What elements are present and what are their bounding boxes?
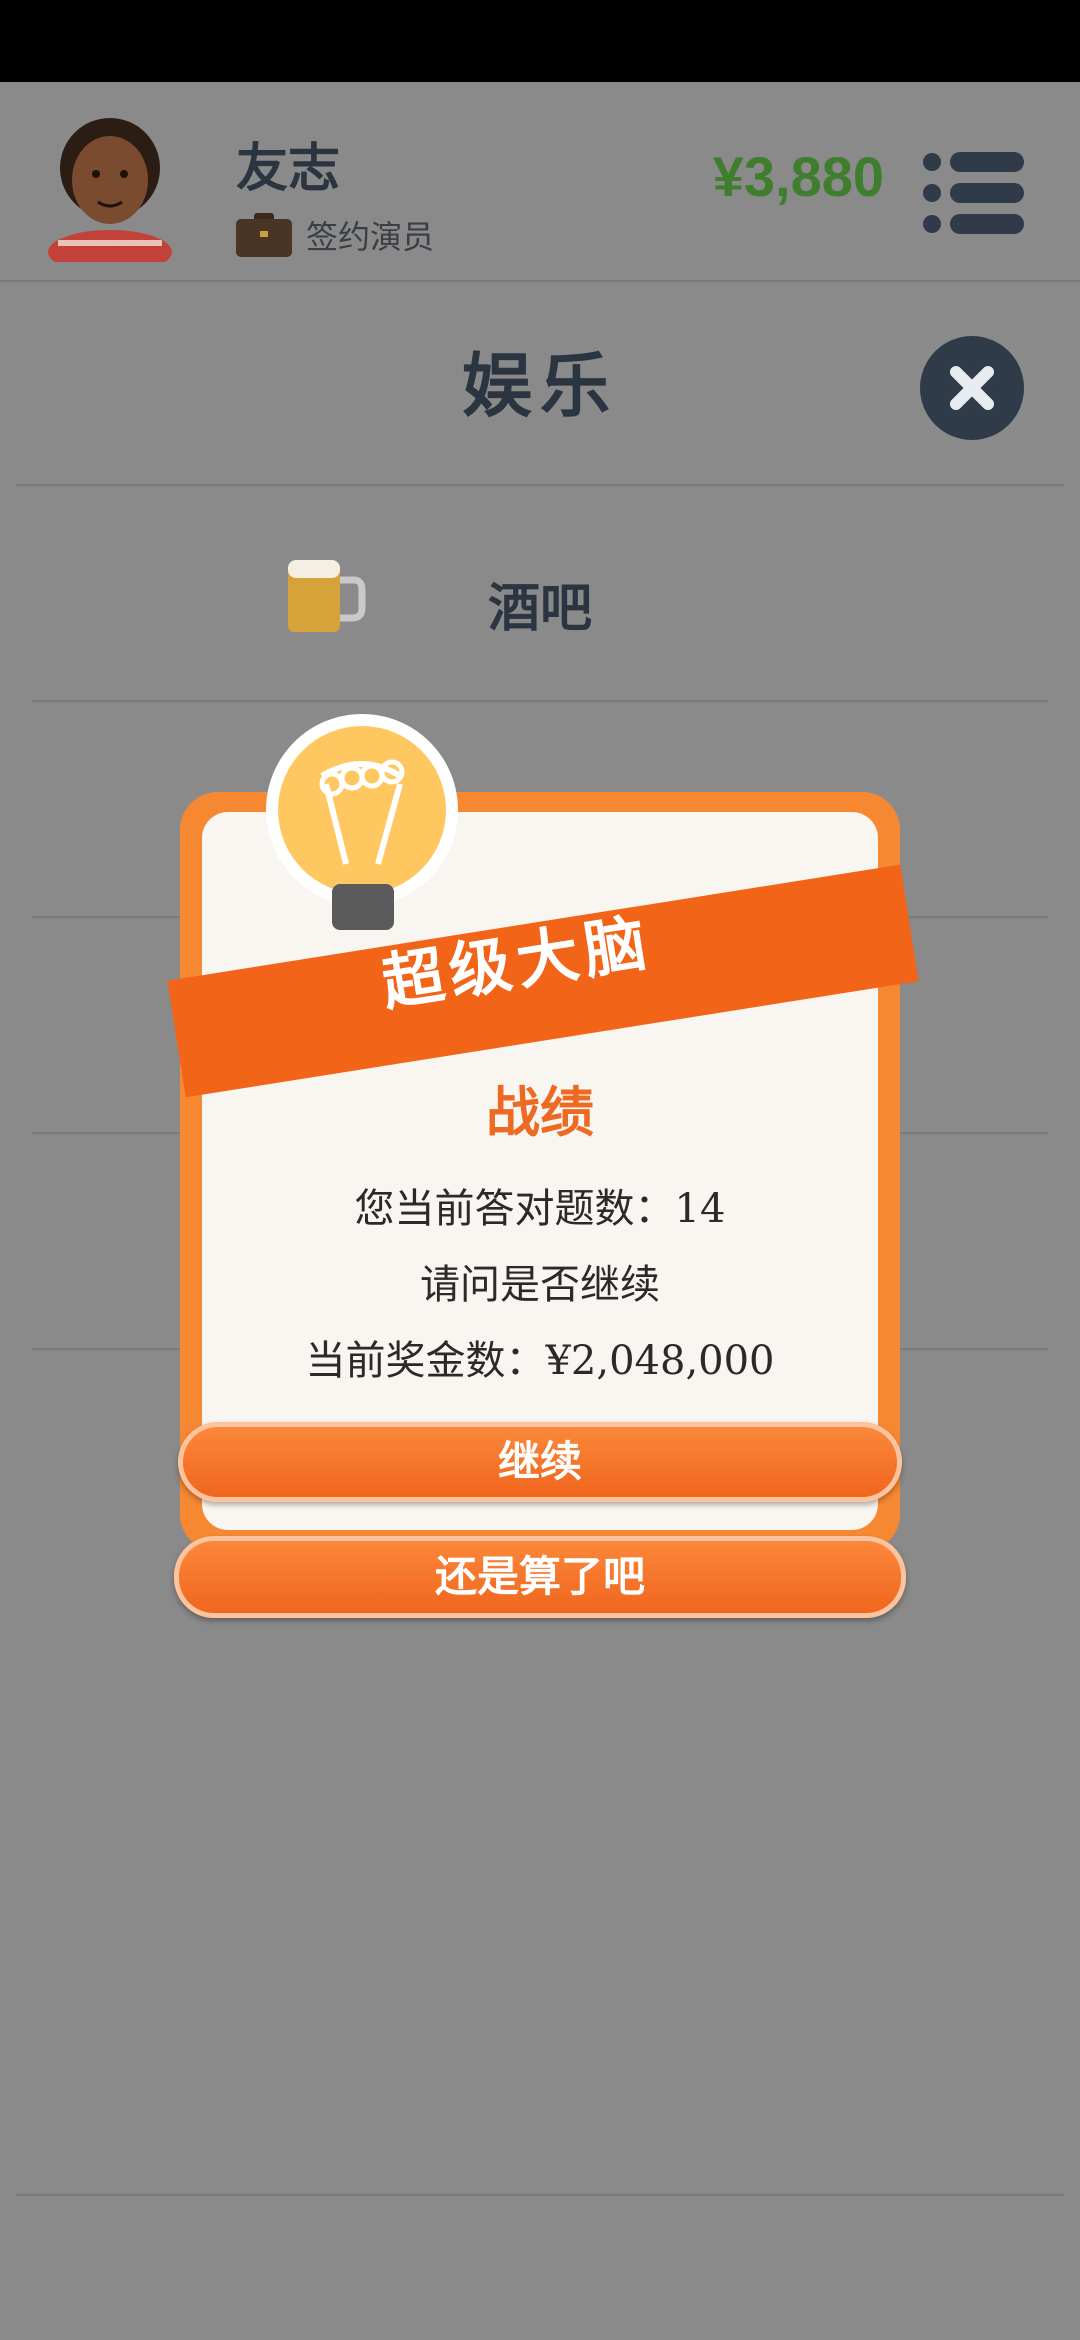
- close-button[interactable]: [920, 336, 1024, 440]
- header-divider: [0, 280, 1080, 282]
- list-item-label: 酒吧: [487, 578, 592, 639]
- answered-count-text: 您当前答对题数：14: [354, 1186, 726, 1232]
- list-divider: [32, 700, 1048, 702]
- list-divider: [16, 2194, 1064, 2196]
- close-icon: [950, 366, 994, 410]
- page-title: 娱乐: [462, 344, 618, 427]
- money-balance: ¥3,880: [712, 145, 884, 208]
- list-item-bar[interactable]: 酒吧: [0, 486, 1080, 702]
- status-bar: [0, 0, 1080, 82]
- player-name: 友志: [236, 138, 341, 199]
- player-avatar[interactable]: [40, 102, 180, 262]
- continue-button[interactable]: 继续: [178, 1422, 902, 1502]
- menu-icon[interactable]: [918, 138, 1028, 248]
- player-role: 签约演员: [306, 218, 435, 256]
- dialog-heading: 战绩: [486, 1080, 594, 1144]
- continue-question-text: 请问是否继续: [420, 1262, 660, 1308]
- prize-amount-text: 当前奖金数：¥2,048,000: [305, 1338, 775, 1384]
- lightbulb-icon: [266, 714, 458, 930]
- briefcase-icon: [236, 213, 292, 257]
- role-row: 签约演员: [236, 212, 434, 258]
- quit-button[interactable]: 还是算了吧: [174, 1536, 906, 1618]
- top-header: 友志 签约演员 ¥3,880: [0, 82, 1080, 282]
